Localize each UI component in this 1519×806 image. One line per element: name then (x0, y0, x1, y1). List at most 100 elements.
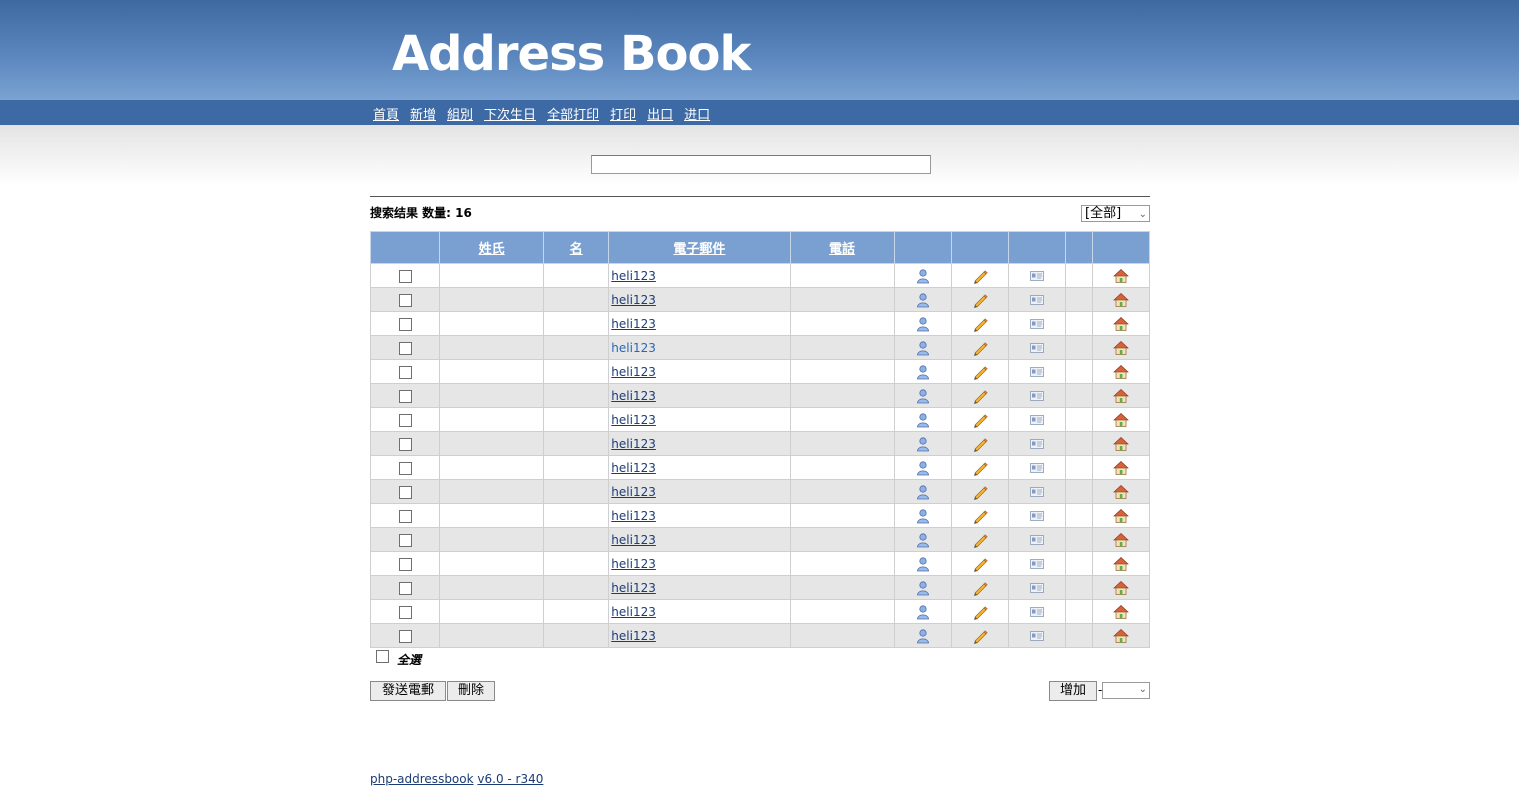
row-checkbox[interactable] (398, 485, 412, 499)
row-checkbox[interactable] (398, 557, 412, 571)
email-link[interactable]: heli123 (609, 461, 656, 475)
homepage-icon[interactable] (1113, 268, 1129, 284)
homepage-icon[interactable] (1113, 460, 1129, 476)
edit-pencil-icon[interactable] (972, 604, 988, 620)
sort-firstname-link[interactable]: 名 (570, 242, 583, 257)
nav-link-0[interactable]: 首頁 (373, 108, 399, 123)
app-link[interactable]: php-addressbook (370, 772, 474, 786)
vcard-icon[interactable] (1029, 460, 1045, 476)
edit-pencil-icon[interactable] (972, 340, 988, 356)
edit-pencil-icon[interactable] (972, 268, 988, 284)
homepage-icon[interactable] (1113, 628, 1129, 644)
user-details-icon[interactable] (915, 388, 931, 404)
edit-pencil-icon[interactable] (972, 460, 988, 476)
email-link[interactable]: heli123 (609, 293, 656, 307)
homepage-icon[interactable] (1113, 388, 1129, 404)
edit-pencil-icon[interactable] (972, 628, 988, 644)
homepage-icon[interactable] (1113, 532, 1129, 548)
row-checkbox[interactable] (398, 413, 412, 427)
edit-pencil-icon[interactable] (972, 508, 988, 524)
send-email-button[interactable]: 發送電郵 (370, 681, 446, 701)
vcard-icon[interactable] (1029, 484, 1045, 500)
vcard-icon[interactable] (1029, 292, 1045, 308)
email-link[interactable]: heli123 (609, 581, 656, 595)
homepage-icon[interactable] (1113, 316, 1129, 332)
edit-pencil-icon[interactable] (972, 436, 988, 452)
row-checkbox[interactable] (398, 605, 412, 619)
email-link[interactable]: heli123 (609, 533, 656, 547)
homepage-icon[interactable] (1113, 364, 1129, 380)
email-link[interactable]: heli123 (609, 557, 656, 571)
email-link[interactable]: heli123 (609, 269, 656, 283)
vcard-icon[interactable] (1029, 388, 1045, 404)
vcard-icon[interactable] (1029, 532, 1045, 548)
email-link[interactable]: heli123 (609, 629, 656, 643)
header-firstname[interactable]: 名 (543, 231, 610, 264)
row-checkbox[interactable] (398, 581, 412, 595)
email-link[interactable]: heli123 (609, 485, 656, 499)
row-checkbox[interactable] (398, 533, 412, 547)
email-link[interactable]: heli123 (609, 341, 656, 355)
email-link[interactable]: heli123 (609, 317, 656, 331)
vcard-icon[interactable] (1029, 580, 1045, 596)
select-all-checkbox[interactable] (376, 650, 389, 663)
nav-link-5[interactable]: 打印 (610, 108, 636, 123)
edit-pencil-icon[interactable] (972, 364, 988, 380)
row-checkbox[interactable] (398, 509, 412, 523)
user-details-icon[interactable] (915, 532, 931, 548)
user-details-icon[interactable] (915, 604, 931, 620)
sort-lastname-link[interactable]: 姓氏 (479, 242, 505, 257)
header-email[interactable]: 電子郵件 (608, 231, 791, 264)
user-details-icon[interactable] (915, 628, 931, 644)
vcard-icon[interactable] (1029, 412, 1045, 428)
homepage-icon[interactable] (1113, 556, 1129, 572)
add-to-group-select[interactable]: ⌄ (1102, 682, 1150, 699)
add-to-group-button[interactable]: 增加 (1049, 681, 1097, 701)
nav-link-3[interactable]: 下次生日 (484, 108, 536, 123)
row-checkbox[interactable] (398, 269, 412, 283)
homepage-icon[interactable] (1113, 484, 1129, 500)
user-details-icon[interactable] (915, 580, 931, 596)
user-details-icon[interactable] (915, 484, 931, 500)
user-details-icon[interactable] (915, 292, 931, 308)
row-checkbox[interactable] (398, 437, 412, 451)
user-details-icon[interactable] (915, 412, 931, 428)
row-checkbox[interactable] (398, 293, 412, 307)
user-details-icon[interactable] (915, 316, 931, 332)
user-details-icon[interactable] (915, 268, 931, 284)
homepage-icon[interactable] (1113, 340, 1129, 356)
user-details-icon[interactable] (915, 460, 931, 476)
search-input[interactable] (591, 155, 931, 174)
row-checkbox[interactable] (398, 389, 412, 403)
edit-pencil-icon[interactable] (972, 556, 988, 572)
email-link[interactable]: heli123 (609, 389, 656, 403)
vcard-icon[interactable] (1029, 268, 1045, 284)
row-checkbox[interactable] (398, 317, 412, 331)
delete-button[interactable]: 刪除 (447, 681, 495, 701)
homepage-icon[interactable] (1113, 436, 1129, 452)
vcard-icon[interactable] (1029, 316, 1045, 332)
homepage-icon[interactable] (1113, 604, 1129, 620)
edit-pencil-icon[interactable] (972, 316, 988, 332)
vcard-icon[interactable] (1029, 436, 1045, 452)
vcard-icon[interactable] (1029, 340, 1045, 356)
sort-email-link[interactable]: 電子郵件 (673, 242, 725, 257)
vcard-icon[interactable] (1029, 628, 1045, 644)
row-checkbox[interactable] (398, 341, 412, 355)
homepage-icon[interactable] (1113, 580, 1129, 596)
user-details-icon[interactable] (915, 364, 931, 380)
user-details-icon[interactable] (915, 436, 931, 452)
user-details-icon[interactable] (915, 508, 931, 524)
email-link[interactable]: heli123 (609, 413, 656, 427)
vcard-icon[interactable] (1029, 604, 1045, 620)
row-checkbox[interactable] (398, 365, 412, 379)
sort-phone-link[interactable]: 電話 (829, 242, 855, 257)
homepage-icon[interactable] (1113, 412, 1129, 428)
edit-pencil-icon[interactable] (972, 388, 988, 404)
email-link[interactable]: heli123 (609, 605, 656, 619)
nav-link-2[interactable]: 組別 (447, 108, 473, 123)
edit-pencil-icon[interactable] (972, 412, 988, 428)
nav-link-1[interactable]: 新增 (410, 108, 436, 123)
user-details-icon[interactable] (915, 556, 931, 572)
header-phone[interactable]: 電話 (789, 231, 895, 264)
